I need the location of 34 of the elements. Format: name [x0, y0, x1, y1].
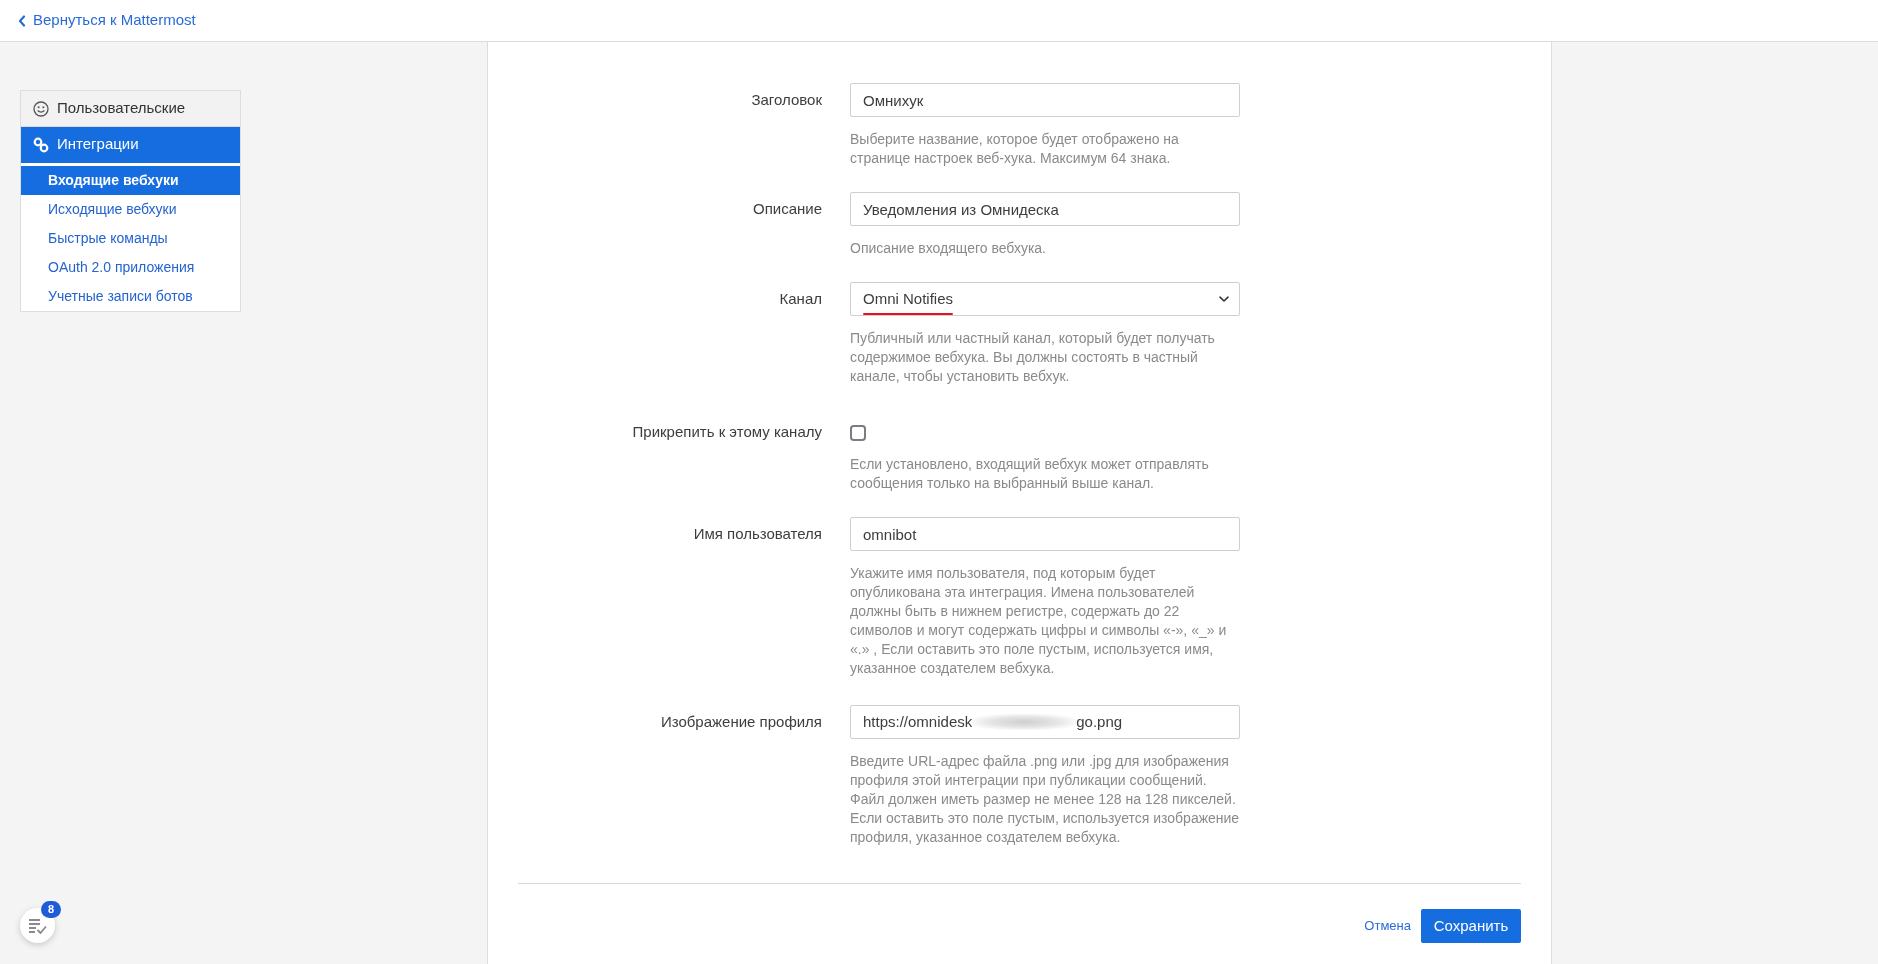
back-link[interactable]: Вернуться к Mattermost: [18, 9, 196, 32]
sidebar-item[interactable]: Быстрые команды: [21, 224, 240, 253]
text-field[interactable]: Омнихук: [850, 83, 1240, 117]
field-label: Прикрепить к этому каналу: [632, 422, 822, 442]
checklist-icon: [28, 917, 47, 934]
chevron-down-icon: [1219, 296, 1229, 302]
sidebar-item[interactable]: OAuth 2.0 приложения: [21, 253, 240, 282]
sidebar-section[interactable]: Интеграции: [21, 127, 240, 163]
sidebar-item[interactable]: Учетные записи ботов: [21, 282, 240, 311]
text-field[interactable]: Уведомления из Омнидеска: [850, 192, 1240, 226]
field-label: Описание: [752, 199, 822, 219]
chevron-left-icon: [18, 14, 26, 27]
help-text: Описание входящего вебхука.: [850, 239, 1047, 258]
sidebar-item[interactable]: Входящие вебхуки: [21, 166, 240, 195]
field-label: Имя пользователя: [693, 524, 822, 544]
url-field[interactable]: https://omnidesk go.png: [850, 705, 1240, 739]
help-text: Если установлено, входящий вебхук может отправлять сообщения только на выбранный выше канал.: [850, 455, 1210, 493]
field-label: Заголовок: [751, 90, 822, 110]
count-badge: 8: [41, 901, 61, 918]
field-label: Изображение профиля: [660, 712, 822, 732]
link-icon: [33, 136, 49, 153]
help-text: Введите URL-адрес файла .png или .jpg для изображения профиля этой интеграции при публикации сообщений. Файл должен иметь размер не менее 128 на 128 пикселей. Если оставить это поле пустым, используется изображение профиля, указанное создателем вебхука.: [850, 752, 1240, 847]
help-text: Публичный или частный канал, который будет получать содержимое вебхука. Вы должны состоять в частный канале, чтобы установить вебхук.: [850, 329, 1216, 386]
sidebar-section[interactable]: Пользовательские: [21, 91, 240, 127]
help-text: Выберите название, которое будет отображено на странице настроек веб-хука. Максимум 64 знака.: [850, 130, 1180, 168]
cancel-link[interactable]: Отмена: [1364, 916, 1411, 936]
field-label: Канал: [779, 289, 822, 309]
sidebar-item[interactable]: Исходящие вебхуки: [21, 195, 240, 224]
save-button[interactable]: Сохранить: [1421, 909, 1521, 943]
channel-dropdown[interactable]: Omni Notifies: [850, 282, 1240, 316]
text-field[interactable]: omnibot: [850, 517, 1240, 551]
help-text: Укажите имя пользователя, под которым будет опубликована эта интеграция. Имена пользователей должны быть в нижнем регистре, содержать до 22 символов и могут содержать цифры и символы «-», «_» и «.» , Если оставить это поле пустым, используется имя, указанное создателем вебхука.: [850, 564, 1228, 678]
checkbox[interactable]: [850, 425, 866, 441]
smiley-icon: [33, 100, 49, 117]
